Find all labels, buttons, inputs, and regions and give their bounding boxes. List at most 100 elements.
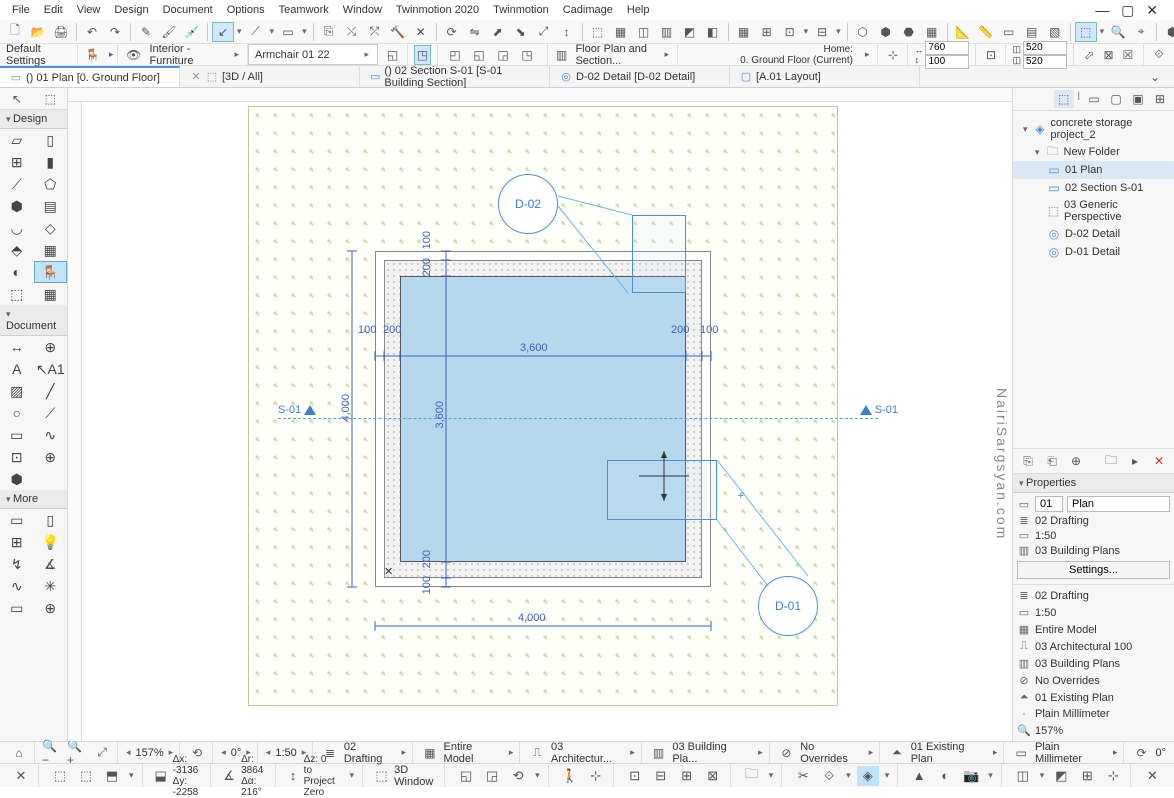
m6-tool-icon[interactable]: ∡ — [34, 553, 68, 575]
tab-plan[interactable]: ▭ () 01 Plan [0. Ground Floor] — [0, 66, 180, 87]
cb-b3-icon[interactable]: ⟲ — [507, 766, 529, 786]
tab-layout[interactable]: ▢ [A.01 Layout] — [730, 66, 920, 87]
p3-icon[interactable]: ◲ — [492, 45, 514, 65]
detail-d01[interactable]: D-01 — [758, 576, 818, 636]
spline-tool-icon[interactable]: ∿ — [34, 424, 68, 446]
door-symbol[interactable]: + — [606, 466, 716, 518]
cb-target-icon[interactable]: ⊹ — [585, 766, 607, 786]
width2-input[interactable] — [1023, 41, 1067, 55]
cb-d1-icon[interactable]: 🗀 — [741, 766, 763, 786]
nav-act1-icon[interactable]: ⎘ — [1017, 451, 1039, 471]
chair-icon[interactable]: 🪑 — [84, 45, 101, 65]
p4-icon[interactable]: ◳ — [516, 45, 538, 65]
lock-ratio-icon[interactable]: ⊡ — [982, 45, 999, 65]
morph-tool-icon[interactable]: ◐ — [0, 261, 34, 283]
nav-settings-icon[interactable]: ▸ — [1124, 451, 1146, 471]
nav-act2-icon[interactable]: ⎗ — [1041, 451, 1063, 471]
m10-tool-icon[interactable]: ⊕ — [34, 597, 68, 619]
floor-section-combo[interactable]: Floor Plan and Section... — [575, 43, 656, 67]
e6-icon[interactable]: ◧ — [702, 22, 724, 42]
cb-c3-icon[interactable]: ⊞ — [676, 766, 698, 786]
cb-b2-icon[interactable]: ◲ — [481, 766, 503, 786]
ruler-icon[interactable]: ✕ — [410, 22, 432, 42]
cb-xy-icon[interactable]: ⬓ — [153, 766, 169, 786]
mesh2-tool-icon[interactable]: ▦ — [34, 283, 68, 305]
shell-tool-icon[interactable]: ◡ — [0, 217, 34, 239]
figure-tool-icon[interactable]: ⬢ — [0, 468, 34, 490]
m9-tool-icon[interactable]: ▭ — [0, 597, 34, 619]
nav-mode-1-icon[interactable]: ▭ — [1084, 90, 1104, 108]
tree-root[interactable]: ▾◈concrete storage project_2 — [1013, 115, 1174, 143]
menu-cadimage[interactable]: Cadimage — [557, 2, 619, 18]
qp-0[interactable]: ≣02 Drafting — [1017, 587, 1170, 604]
qp-1[interactable]: ▭1:50 — [1017, 604, 1170, 621]
p2-icon[interactable]: ◱ — [468, 45, 490, 65]
qo-home-icon[interactable]: ⌂ — [8, 743, 30, 763]
snap3-icon[interactable]: 🔨 — [387, 22, 409, 42]
cube-icon[interactable]: ◱ — [384, 45, 401, 65]
line-guide-icon[interactable]: ↙ — [212, 22, 234, 42]
nav-delete-icon[interactable]: ✕ — [1148, 451, 1170, 471]
cb-h2-icon[interactable]: # — [1167, 766, 1174, 786]
menu-design[interactable]: Design — [108, 2, 154, 18]
tab-dropdown-icon[interactable]: ⌄ — [1144, 67, 1166, 87]
fill-tool-icon[interactable]: ▨ — [0, 380, 34, 402]
nav-mode-project-icon[interactable]: ⬚ — [1054, 90, 1074, 108]
skylight-icon[interactable]: ◇ — [34, 217, 68, 239]
lamp-tool-icon[interactable]: 💡 — [34, 531, 68, 553]
m8-tool-icon[interactable]: ✳ — [34, 575, 68, 597]
cb-ra-icon[interactable]: ∡ — [221, 766, 237, 786]
mirz-icon[interactable]: ☒ — [1119, 45, 1137, 65]
a-icon[interactable]: ⬈ — [487, 22, 509, 42]
tree-item-d01[interactable]: ◎D-01 Detail — [1013, 243, 1174, 261]
copy-icon[interactable]: ⎘ — [318, 22, 340, 42]
h2-icon[interactable]: 📏 — [975, 22, 997, 42]
cb-e2-icon[interactable]: ⟐ — [818, 766, 840, 786]
menu-twinmotion2020[interactable]: Twinmotion 2020 — [390, 2, 485, 18]
qo-s2[interactable]: Entire Model — [444, 741, 504, 765]
qo-pens-icon[interactable]: ⎍ — [526, 743, 548, 763]
door-tool-icon[interactable]: ▯ — [34, 129, 68, 151]
redo-icon[interactable]: ↷ — [104, 22, 126, 42]
brush-icon[interactable]: 🖌 — [158, 22, 180, 42]
h5-icon[interactable]: ▧ — [1044, 22, 1066, 42]
cb-e3-icon[interactable]: ◈ — [857, 766, 879, 786]
cb-walk-icon[interactable]: 🚶 — [559, 766, 581, 786]
h1-icon[interactable]: 📐 — [952, 22, 974, 42]
cb-f2-icon[interactable]: ◐ — [934, 766, 956, 786]
wall-tool-icon[interactable]: ▱ — [0, 129, 34, 151]
menu-edit[interactable]: Edit — [38, 2, 69, 18]
snap2-icon[interactable]: ⤱ — [364, 22, 386, 42]
qo-s6[interactable]: 01 Existing Plan — [911, 741, 988, 765]
menu-help[interactable]: Help — [621, 2, 656, 18]
canvas[interactable]: S-01 S-01 D-02 D-01 + — [68, 88, 1012, 741]
toolbox-design-header[interactable]: Design — [0, 110, 67, 129]
tab-detail[interactable]: ◎ D-02 Detail [D-02 Detail] — [550, 66, 730, 87]
layer-name[interactable]: Interior - Furniture — [149, 43, 226, 67]
cb-a1-icon[interactable]: ⬚ — [49, 766, 71, 786]
cb-g1-icon[interactable]: ◫ — [1012, 766, 1034, 786]
column-tool-icon[interactable]: ▮ — [34, 151, 68, 173]
tree-item-d02[interactable]: ◎D-02 Detail — [1013, 225, 1174, 243]
tree-folder[interactable]: ▾🗀New Folder — [1013, 143, 1174, 161]
qo-fit-icon[interactable]: ⤢ — [91, 743, 113, 763]
qo-zoomout-icon[interactable]: 🔍− — [41, 743, 63, 763]
b-icon[interactable]: ⬊ — [510, 22, 532, 42]
cb-b1-icon[interactable]: ◱ — [455, 766, 477, 786]
window-controls[interactable]: — ▢ ✕ — [1089, 0, 1168, 21]
cube2-icon[interactable]: ◳ — [414, 45, 431, 65]
qo-s1[interactable]: 02 Drafting — [344, 741, 397, 765]
default-settings-button[interactable]: Default Settings — [6, 43, 71, 67]
m3-tool-icon[interactable]: ⊞ — [0, 531, 34, 553]
toolbox-more-header[interactable]: More — [0, 490, 67, 509]
qp-2[interactable]: ▦Entire Model — [1017, 621, 1170, 638]
h3-icon[interactable]: ▭ — [998, 22, 1020, 42]
tab-section[interactable]: ▭ () 02 Section S-01 [S-01 Building Sect… — [360, 66, 550, 87]
window-tool-icon[interactable]: ⊞ — [0, 151, 34, 173]
width-input[interactable] — [925, 41, 969, 55]
height-input[interactable] — [925, 55, 969, 69]
i2-icon[interactable]: 🔍 — [1107, 22, 1129, 42]
slab-tool-icon[interactable]: ⬠ — [34, 173, 68, 195]
height2-input[interactable] — [1023, 55, 1067, 69]
text-tool-icon[interactable]: A — [0, 358, 34, 380]
